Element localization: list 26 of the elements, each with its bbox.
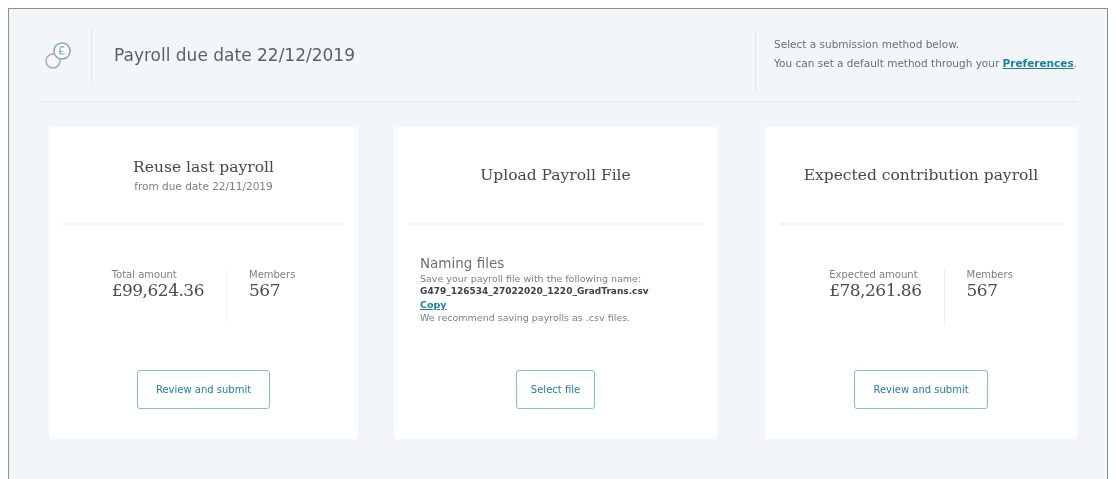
copy-link[interactable]: Copy (420, 298, 447, 311)
card-title: Reuse last payroll (133, 158, 274, 176)
preferences-link[interactable]: Preferences (1002, 54, 1074, 73)
period-text: . (1073, 56, 1077, 71)
payroll-due-title: Payroll due date 22/12/2019 (114, 45, 356, 65)
instruction-text: Save your payroll file with the following name: (420, 272, 642, 285)
review-submit-button[interactable]: Review and submit (854, 370, 988, 409)
stat-value: 567 (966, 280, 999, 300)
coins-icon (43, 40, 73, 70)
stat-label: Members (249, 269, 296, 280)
select-file-button[interactable]: Select file (515, 370, 596, 409)
info-text: You can set a default method through your (774, 56, 1001, 71)
stat-value: 567 (249, 280, 281, 300)
card-title: Expected contribution payroll (803, 166, 1039, 184)
card-subtitle: from due date 22/11/2019 (134, 180, 273, 192)
review-submit-button[interactable]: Review and submit (136, 370, 271, 409)
stat-label: Expected amount (829, 269, 919, 280)
stat-value: £99,624.36 (111, 280, 204, 300)
stat-label: Members (966, 269, 1013, 280)
card-title: Upload Payroll File (480, 166, 631, 184)
stat-value: £78,261.86 (829, 280, 922, 300)
naming-heading: Naming files (420, 255, 505, 272)
info-text: Select a submission method below. (774, 37, 961, 52)
stat-label: Total amount (111, 269, 178, 280)
file-name: G479_126534_27022020_1220_GradTrans.csv (420, 285, 649, 298)
note-text: We recommend saving payrolls as .csv files. (420, 311, 631, 324)
